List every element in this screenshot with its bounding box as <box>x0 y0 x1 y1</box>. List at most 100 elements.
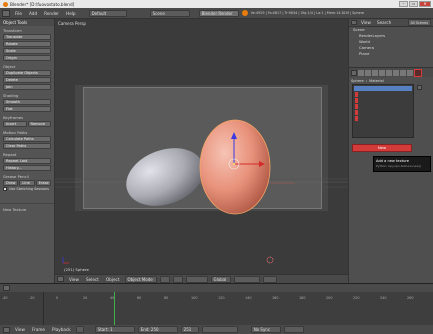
data-tab-icon[interactable] <box>400 69 406 76</box>
menu-help[interactable]: Help <box>64 11 78 16</box>
play-controls[interactable] <box>201 326 238 333</box>
texture-slot[interactable] <box>355 110 412 115</box>
texture-slot[interactable] <box>355 92 412 97</box>
layers-selector[interactable] <box>233 275 260 283</box>
object-origin-icon <box>232 162 236 166</box>
menu-render[interactable]: Render <box>42 11 61 16</box>
timeline-tick-label: 200 <box>326 296 333 300</box>
outliner-filter-selector[interactable]: All Scenes <box>407 19 431 26</box>
constraints-tab-icon[interactable] <box>386 69 392 76</box>
timeline-footer-editor-icon[interactable] <box>3 326 10 333</box>
orientation-selector[interactable]: Global <box>210 275 231 283</box>
texture-slot-selected[interactable] <box>354 86 412 91</box>
viewport-menu-view[interactable]: View <box>67 277 81 282</box>
draw-button[interactable]: Draw <box>3 180 19 186</box>
manipulator-toggle[interactable] <box>185 275 208 283</box>
insert-keyframe-button[interactable]: Insert <box>3 121 27 127</box>
viewport-menu-select[interactable]: Select <box>84 277 101 282</box>
delete-button[interactable]: Delete <box>3 77 51 83</box>
slot-move-up-icon[interactable] <box>417 85 422 90</box>
material-tab-icon[interactable] <box>407 69 413 76</box>
window-titlebar: Blender* [D:\fuovostato.blend] – ▭ ✕ <box>0 0 433 8</box>
active-object-label: (251) Sphere <box>64 267 89 272</box>
remove-keyframe-button[interactable]: Remove <box>27 121 51 127</box>
texture-slot[interactable] <box>355 104 412 109</box>
history-button[interactable]: History... <box>3 165 51 171</box>
outliner-menu-view[interactable]: View <box>359 20 373 25</box>
texture-slot[interactable] <box>355 98 412 103</box>
3d-viewport[interactable]: Camera Persp (251) Sphere View Select Ob… <box>55 19 348 283</box>
close-button[interactable]: ✕ <box>419 1 431 7</box>
outliner-header: View Search All Scenes <box>349 19 433 27</box>
section-keyframes[interactable]: Keyframes <box>0 113 54 121</box>
render-tab-icon[interactable] <box>358 69 364 76</box>
layout-selector[interactable]: Default <box>88 9 127 17</box>
outliner-item-plane[interactable]: Plane <box>349 51 433 57</box>
section-grease-pencil[interactable]: Grease Pencil <box>0 172 54 180</box>
editor-type-icon[interactable] <box>2 9 10 17</box>
mode-selector[interactable]: Object Mode <box>124 275 157 283</box>
timeline-menu-view[interactable]: View <box>13 327 27 332</box>
repeat-last-button[interactable]: Repeat Last <box>3 158 51 164</box>
origin-button[interactable]: Origin <box>3 55 51 61</box>
texture-tab-icon[interactable] <box>414 68 422 77</box>
duplicate-objects-button[interactable]: Duplicate Objects <box>3 70 51 76</box>
maximize-button[interactable]: ▭ <box>409 1 418 7</box>
current-frame-field[interactable]: 251 <box>180 326 199 333</box>
section-transform[interactable]: Transform <box>0 26 54 34</box>
start-frame-field[interactable]: Start: 1 <box>94 326 135 333</box>
section-repeat[interactable]: Repeat <box>0 150 54 158</box>
scene-selector[interactable]: Scene <box>149 9 190 17</box>
modifiers-tab-icon[interactable] <box>393 69 399 76</box>
texture-slot-list[interactable] <box>352 84 414 138</box>
world-tab-icon[interactable] <box>372 69 378 76</box>
section-object[interactable]: Object <box>0 62 54 70</box>
record-button[interactable] <box>75 326 84 333</box>
new-texture-panel-header[interactable]: New Texture <box>0 203 54 213</box>
menu-file[interactable]: File <box>13 11 24 16</box>
app-logo-icon <box>3 1 8 7</box>
outliner-menu-search[interactable]: Search <box>375 20 393 25</box>
smooth-button[interactable]: Smooth <box>3 99 51 105</box>
erase-button[interactable]: Erase <box>35 180 51 186</box>
properties-editor-icon[interactable] <box>351 69 357 76</box>
sketching-sessions-checkbox[interactable] <box>3 187 7 191</box>
shading-selector[interactable] <box>159 275 170 283</box>
timeline-tick-label: 60 <box>137 296 142 300</box>
end-frame-field[interactable]: End: 250 <box>137 326 178 333</box>
scene-tab-icon[interactable] <box>365 69 371 76</box>
timeline-menu-playback[interactable]: Playback <box>50 327 73 332</box>
calculate-paths-button[interactable]: Calculate Paths <box>3 136 51 142</box>
current-frame-line[interactable] <box>114 292 115 325</box>
viewport-editor-icon[interactable] <box>57 276 64 282</box>
flat-button[interactable]: Flat <box>3 106 51 112</box>
outliner-editor-icon[interactable] <box>351 20 357 25</box>
rotate-button[interactable]: Rotate <box>3 41 51 47</box>
translate-button[interactable]: Translate <box>3 34 51 40</box>
sync-selector[interactable]: No Sync <box>250 326 281 333</box>
section-motion-paths[interactable]: Motion Paths <box>0 128 54 136</box>
line-button[interactable]: Line <box>19 180 35 186</box>
context-arrow-icon: › <box>365 79 368 83</box>
context-material-label[interactable]: Material <box>369 79 384 83</box>
timeline-menu-frame[interactable]: Frame <box>30 327 47 332</box>
timeline-editor-icon[interactable] <box>3 285 10 291</box>
section-shading[interactable]: Shading <box>0 91 54 99</box>
texture-slot[interactable] <box>355 116 412 121</box>
new-texture-button[interactable]: New <box>352 144 412 152</box>
object-tab-icon[interactable] <box>379 69 385 76</box>
timeline-tick-label: 260 <box>407 296 414 300</box>
keying-set-selector[interactable] <box>283 326 304 333</box>
snap-toggle[interactable] <box>262 275 277 283</box>
menu-add[interactable]: Add <box>27 11 39 16</box>
timeline-area[interactable]: -40 -20 0 20 40 60 80 100 120 140 160 180 200 220 240 2… <box>0 292 433 325</box>
clear-paths-button[interactable]: Clear Paths <box>3 143 51 149</box>
tool-shelf-header[interactable]: Object Tools <box>0 19 54 26</box>
scale-button[interactable]: Scale <box>3 48 51 54</box>
join-button[interactable]: Join <box>3 84 51 90</box>
minimize-button[interactable]: – <box>399 1 408 7</box>
viewport-menu-object[interactable]: Object <box>104 277 122 282</box>
pivot-selector[interactable] <box>172 275 183 283</box>
context-object-label[interactable]: Sphere <box>351 79 364 83</box>
render-engine-selector[interactable]: Blender Render <box>198 9 239 17</box>
